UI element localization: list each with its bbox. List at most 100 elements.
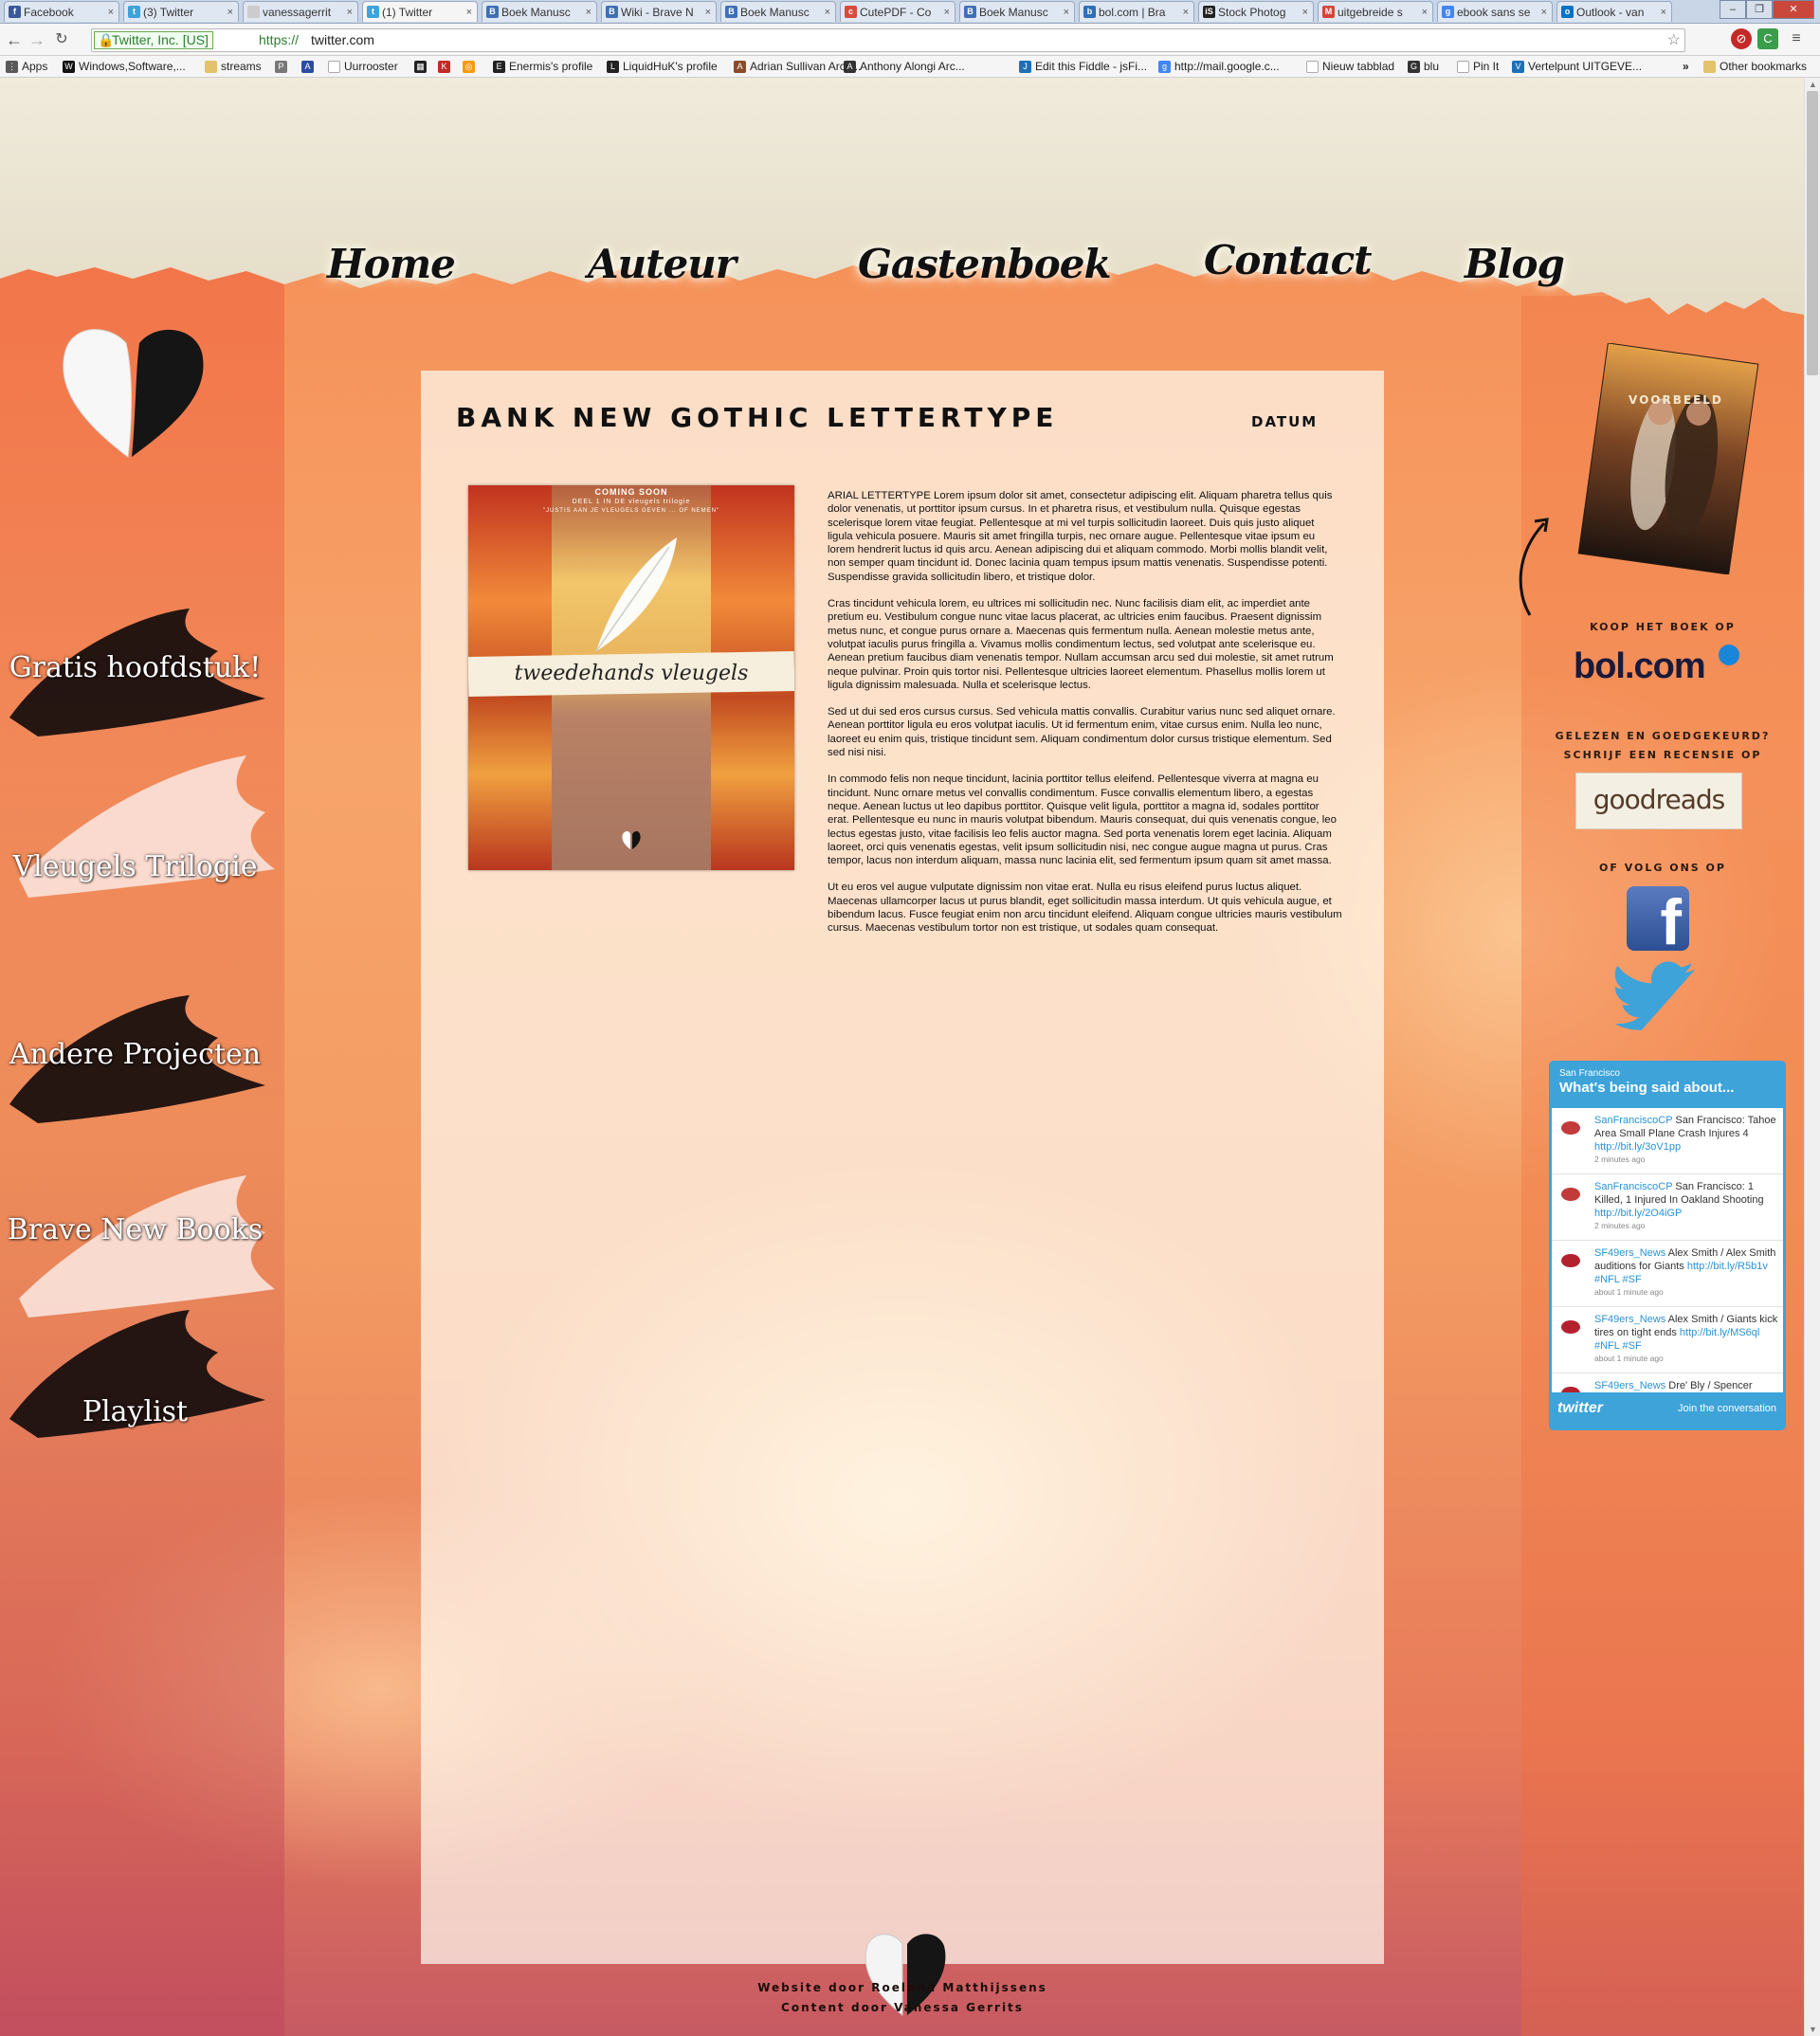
left-menu-item[interactable]: Gratis hoofdstuk!: [0, 594, 284, 765]
back-button[interactable]: ←: [4, 29, 25, 50]
twitter-widget-location: San Francisco: [1559, 1068, 1620, 1079]
menu-icon[interactable]: ≡: [1786, 28, 1807, 49]
tweet-item[interactable]: SanFranciscoCP San Francisco: 1 Killed, …: [1552, 1174, 1783, 1241]
bookmark-star-icon[interactable]: ☆: [1667, 29, 1681, 51]
browser-tab[interactable]: Muitgebreide s ×: [1318, 1, 1433, 22]
nav-gastenboek[interactable]: Gastenboek: [858, 241, 1112, 287]
nav-home[interactable]: Home: [327, 241, 456, 287]
browser-tab-strip: f Facebook × t (3) Twitter × vanessagerrit × t (1…: [0, 0, 1820, 24]
browser-tab[interactable]: B Wiki - Brave N ×: [601, 1, 717, 22]
scrollbar-thumb[interactable]: [1807, 91, 1818, 375]
nav-auteur[interactable]: Auteur: [588, 241, 737, 287]
tweet-item[interactable]: SanFranciscoCP San Francisco: Tahoe Area…: [1552, 1108, 1783, 1174]
other-bookmarks-folder[interactable]: Other bookmarks: [1703, 59, 1807, 74]
browser-tab[interactable]: t (3) Twitter ×: [123, 1, 239, 22]
tweet-user-link[interactable]: SF49ers_News: [1594, 1247, 1665, 1259]
close-window-button[interactable]: ✕: [1773, 0, 1814, 19]
book-cover-image[interactable]: COMING SOON DEEL 1 IN DE vleugels trilog…: [468, 485, 794, 870]
extension-icon[interactable]: C: [1757, 28, 1778, 49]
49ers-logo-icon[interactable]: [1560, 1317, 1581, 1337]
tweet-link[interactable]: http://bit.ly/3oV1pp: [1594, 1141, 1681, 1153]
sf-logo-icon[interactable]: [1560, 1184, 1581, 1205]
bookmark-item[interactable]: Gblu: [1408, 59, 1439, 74]
browser-tab[interactable]: B Boek Manusc ×: [720, 1, 836, 22]
close-tab-icon[interactable]: ×: [1064, 2, 1069, 22]
browser-tab[interactable]: vanessagerrit ×: [243, 1, 358, 22]
omnibox[interactable]: 🔒 Twitter, Inc. [US] https:// twitter.com…: [91, 28, 1685, 52]
left-menu-item[interactable]: Vleugels Trilogie: [0, 746, 284, 917]
close-tab-icon[interactable]: ×: [228, 2, 233, 22]
bookmarks-overflow-button[interactable]: »: [1683, 59, 1689, 74]
close-tab-icon[interactable]: ×: [347, 2, 353, 22]
close-tab-icon[interactable]: ×: [466, 2, 472, 22]
bookmark-item[interactable]: ⋮ Apps: [6, 59, 47, 74]
browser-tab[interactable]: b bol.com | Bra ×: [1079, 1, 1194, 22]
close-tab-icon[interactable]: ×: [1541, 2, 1547, 22]
close-tab-icon[interactable]: ×: [1302, 2, 1308, 22]
49ers-logo-icon[interactable]: [1560, 1383, 1581, 1392]
bookmark-item[interactable]: Pin It: [1457, 59, 1499, 74]
tweet-list[interactable]: SanFranciscoCP San Francisco: Tahoe Area…: [1552, 1108, 1783, 1392]
browser-tab[interactable]: iS Stock Photog ×: [1198, 1, 1314, 22]
bookmark-item[interactable]: A Anthony Alongi Arc...: [844, 59, 965, 74]
twitter-bird-button[interactable]: [1610, 959, 1704, 1035]
nav-contact[interactable]: Contact: [1204, 237, 1373, 283]
bookmark-item[interactable]: V Vertelpunt UITGEVE...: [1512, 59, 1642, 74]
reload-button[interactable]: ↻: [51, 29, 72, 50]
post-paragraph: ARIAL LETTERTYPE Lorem ipsum dolor sit a…: [828, 490, 1333, 583]
sf-logo-icon[interactable]: [1560, 1118, 1581, 1138]
browser-tab[interactable]: o Outlook - van ×: [1556, 1, 1672, 22]
book-preview-image[interactable]: [1564, 343, 1773, 574]
bookmark-item[interactable]: L LiquidHuK's profile: [607, 59, 718, 74]
tweet-user-link[interactable]: SF49ers_News: [1594, 1314, 1665, 1325]
tweet-user-link[interactable]: SanFranciscoCP: [1594, 1181, 1672, 1192]
a-icon: A: [301, 61, 314, 73]
close-tab-icon[interactable]: ×: [1183, 2, 1189, 22]
close-tab-icon[interactable]: ×: [705, 2, 711, 22]
goodreads-button[interactable]: goodreads: [1575, 773, 1742, 829]
tweet-item[interactable]: SF49ers_News Alex Smith / Alex Smith aud…: [1552, 1241, 1783, 1307]
minimize-button[interactable]: –: [1720, 0, 1746, 19]
close-tab-icon[interactable]: ×: [108, 2, 114, 22]
scroll-up-icon[interactable]: ▲: [1809, 80, 1817, 89]
adblock-extension-icon[interactable]: ⊘: [1731, 28, 1752, 49]
browser-tab[interactable]: c CutePDF - Co ×: [840, 1, 956, 22]
forward-button[interactable]: →: [27, 29, 47, 50]
bookmark-item[interactable]: J Edit this Fiddle - jsFi...: [1019, 59, 1147, 74]
browser-tab[interactable]: B Boek Manusc ×: [482, 1, 597, 22]
cover-feather-icon: [595, 537, 677, 652]
bookmark-item[interactable]: Uurrooster: [328, 59, 398, 74]
left-menu-item[interactable]: Playlist: [0, 1296, 284, 1466]
close-tab-icon[interactable]: ×: [944, 2, 950, 22]
bookmark-item[interactable]: Nieuw tabblad: [1306, 59, 1394, 74]
close-tab-icon[interactable]: ×: [586, 2, 592, 22]
bookmark-item[interactable]: E Enermis's profile: [493, 59, 592, 74]
tweet-user-link[interactable]: SF49ers_News: [1594, 1380, 1665, 1391]
tweet-item[interactable]: SF49ers_News Dre' Bly / Spencer: [1552, 1373, 1783, 1392]
bookmark-item[interactable]: g http://mail.google.c...: [1158, 59, 1280, 74]
tweet-link[interactable]: http://bit.ly/2O4iGP: [1594, 1208, 1682, 1219]
scroll-down-icon[interactable]: ▼: [1809, 2025, 1817, 2034]
facebook-button[interactable]: f: [1627, 886, 1689, 954]
browser-tab[interactable]: f Facebook ×: [4, 1, 119, 22]
close-tab-icon[interactable]: ×: [1661, 2, 1666, 22]
close-tab-icon[interactable]: ×: [1422, 2, 1428, 22]
bookmark-item[interactable]: A Adrian Sullivan Arch...: [734, 59, 861, 74]
tweet-user-link[interactable]: SanFranciscoCP: [1594, 1115, 1672, 1126]
page-scrollbar[interactable]: ▲ ▼: [1804, 78, 1820, 2036]
browser-tab[interactable]: g ebook sans se ×: [1437, 1, 1553, 22]
join-conversation-link[interactable]: Join the conversation: [1678, 1403, 1776, 1414]
close-tab-icon[interactable]: ×: [825, 2, 830, 22]
bookmark-item[interactable]: streams: [205, 59, 262, 74]
browser-tab[interactable]: t (1) Twitter ×: [362, 1, 478, 22]
twitter-logo[interactable]: twitter: [1557, 1400, 1603, 1417]
nav-blog[interactable]: Blog: [1465, 241, 1565, 287]
bookmark-item[interactable]: W Windows,Software,...: [63, 59, 186, 74]
49ers-logo-icon[interactable]: [1560, 1250, 1581, 1271]
wing-heart-logo[interactable]: [52, 315, 213, 466]
left-menu-item[interactable]: Andere Projecten: [0, 981, 284, 1152]
restore-button[interactable]: ❐: [1746, 0, 1773, 19]
browser-tab[interactable]: B Boek Manusc ×: [959, 1, 1075, 22]
tweet-item[interactable]: SF49ers_News Alex Smith / Giants kick ti…: [1552, 1307, 1783, 1373]
ev-certificate-badge[interactable]: 🔒 Twitter, Inc. [US]: [94, 31, 213, 49]
